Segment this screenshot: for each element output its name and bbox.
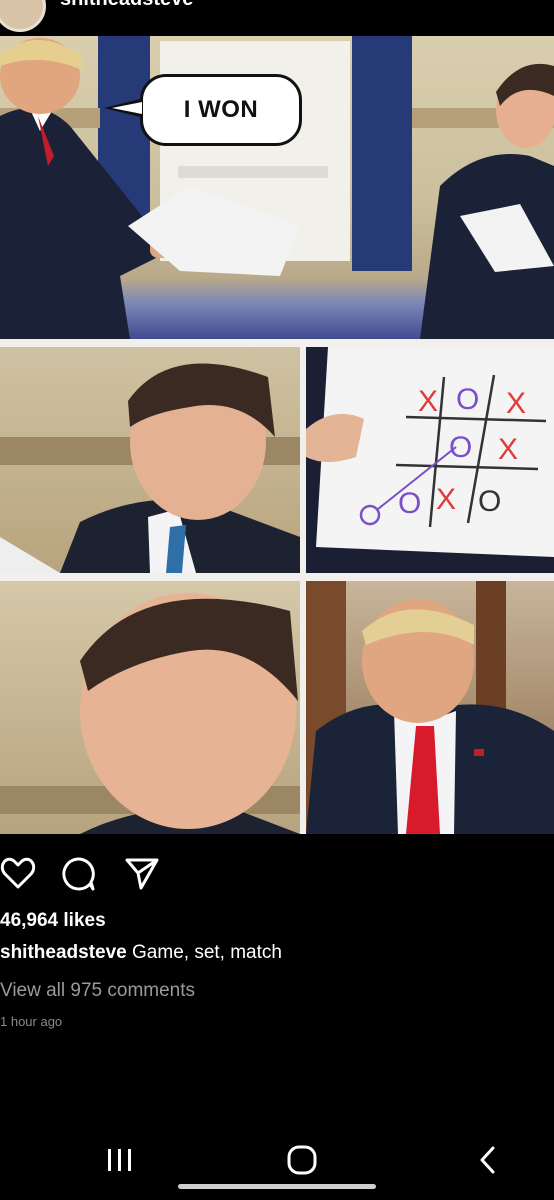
home-indicator	[178, 1184, 376, 1189]
cell-r3c1: O	[398, 487, 421, 520]
cell-r2c2: O	[449, 431, 472, 464]
cell-r1c2: O	[456, 383, 479, 416]
avatar[interactable]	[0, 0, 46, 32]
post-header: shitheadsteve	[0, 0, 554, 34]
send-icon[interactable]	[124, 856, 160, 892]
caption-username[interactable]: shitheadsteve	[0, 942, 127, 963]
seated-man-illustration	[306, 581, 554, 834]
post-timestamp: 1 hour ago	[0, 1014, 63, 1029]
caption-text: Game, set, match	[132, 942, 282, 963]
back-icon	[480, 1146, 495, 1174]
cell-r3c2: X	[436, 483, 456, 516]
post-actions	[0, 856, 554, 892]
cell-r2c3: X	[498, 433, 518, 466]
likes-count[interactable]: 46,964 likes	[0, 910, 106, 932]
comment-icon[interactable]	[60, 856, 96, 892]
home-button[interactable]	[272, 1140, 332, 1180]
panel-seated-man	[306, 581, 554, 834]
heart-icon[interactable]	[0, 856, 36, 890]
reporter-closeup-illustration	[0, 593, 300, 834]
panel-reporter-squint	[0, 581, 300, 834]
reporter-illustration	[0, 363, 300, 573]
header-username[interactable]: shitheadsteve	[60, 0, 193, 11]
cell-r1c1: X	[418, 385, 438, 418]
panel-reporter-looking	[0, 347, 300, 573]
recent-apps-button[interactable]	[90, 1140, 150, 1180]
back-button[interactable]	[458, 1140, 518, 1180]
home-icon	[287, 1145, 317, 1175]
speech-bubble-tail-inner	[112, 102, 142, 114]
panel-wide-scene: I WON	[0, 36, 554, 339]
panel-tictactoe-drawing: X O X O X O X O	[306, 347, 554, 573]
post-image[interactable]: I WON X O X O X O X O	[0, 36, 554, 834]
cell-r1c3: X	[506, 387, 526, 420]
view-comments-link[interactable]: View all 975 comments	[0, 980, 195, 1002]
tictactoe-board: X O X O X O X O	[306, 347, 554, 557]
caption: shitheadsteve Game, set, match	[0, 942, 282, 964]
recent-apps-icon	[108, 1149, 131, 1171]
cell-r3c3: O	[478, 485, 501, 518]
speech-bubble: I WON	[140, 74, 302, 146]
